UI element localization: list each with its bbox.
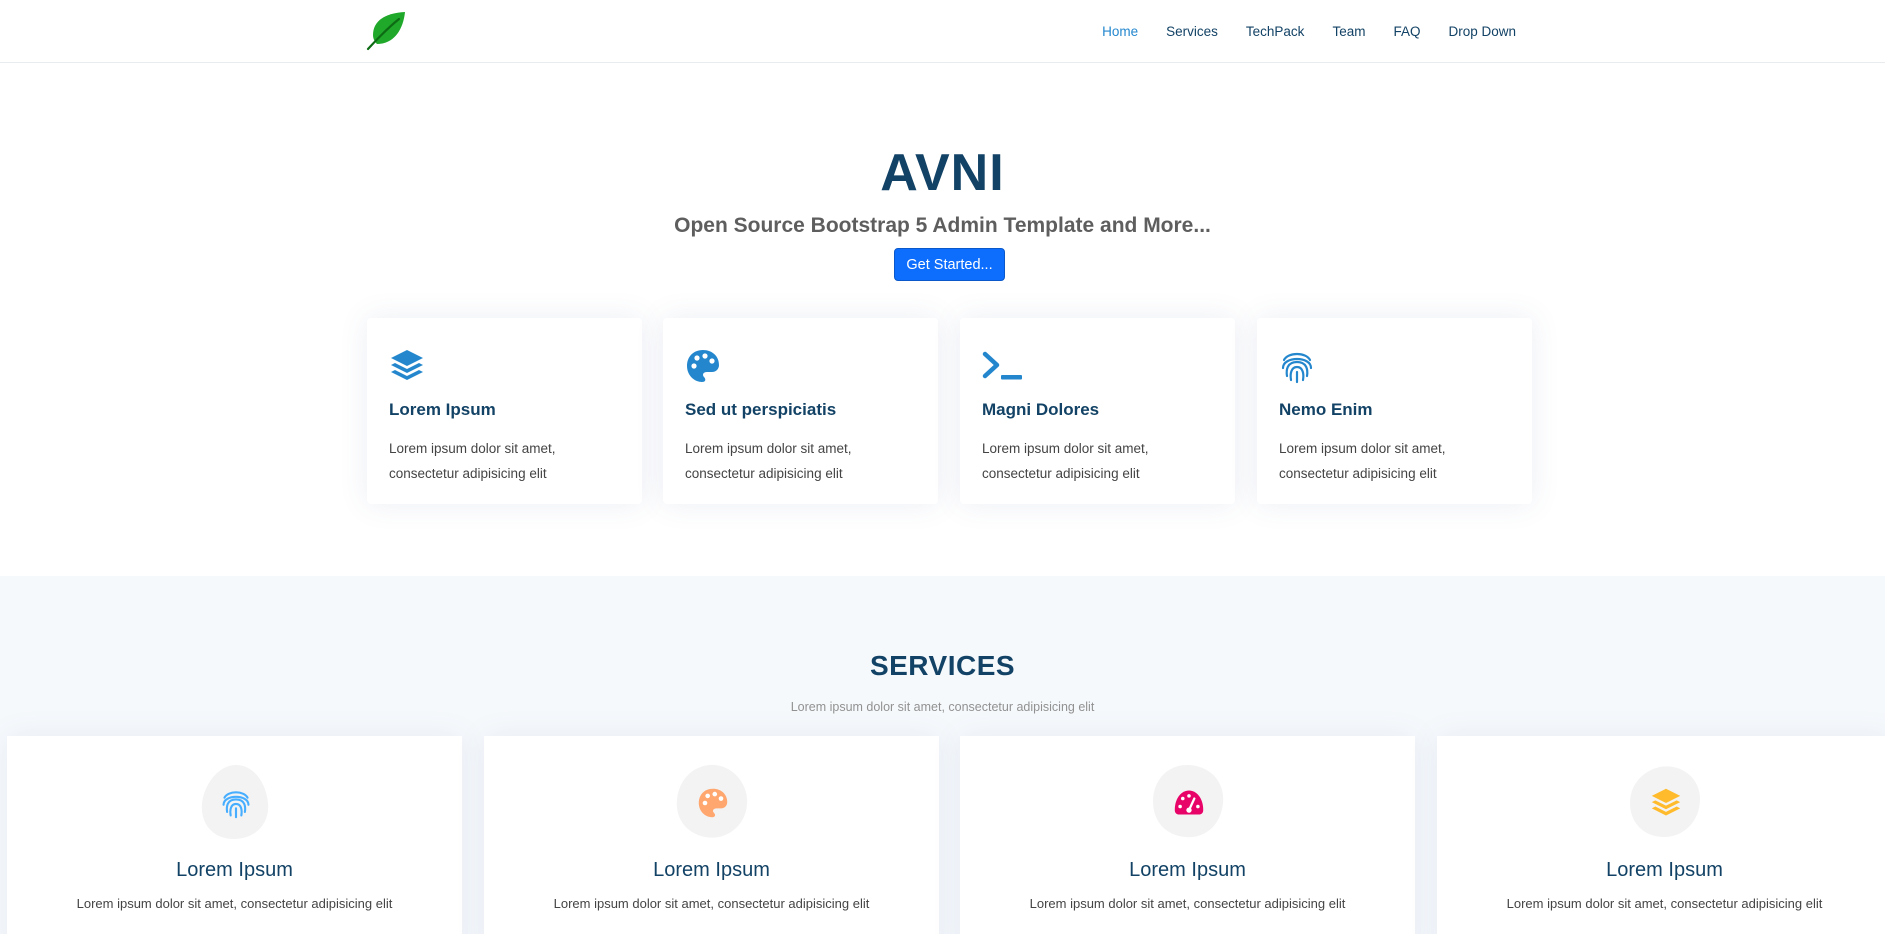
service-card[interactable]: Lorem Ipsum Lorem ipsum dolor sit amet, …: [7, 736, 462, 934]
leaf-icon[interactable]: [365, 11, 407, 51]
icon-box[interactable]: Lorem Ipsum Lorem ipsum dolor sit amet, …: [367, 318, 642, 504]
service-card[interactable]: Lorem Ipsum Lorem ipsum dolor sit amet, …: [960, 736, 1415, 934]
icon-box[interactable]: Nemo Enim Lorem ipsum dolor sit amet, co…: [1257, 318, 1532, 504]
service-card[interactable]: Lorem Ipsum Lorem ipsum dolor sit amet, …: [1437, 736, 1885, 934]
palette-icon: [687, 350, 719, 382]
service-card-text: Lorem ipsum dolor sit amet, consectetur …: [76, 896, 393, 911]
service-card-title: Lorem Ipsum: [176, 859, 293, 881]
icon-box-title: Sed ut perspiciatis: [685, 400, 837, 419]
services-subtitle: Lorem ipsum dolor sit amet, consectetur …: [790, 700, 1095, 714]
icon-box[interactable]: Magni Dolores Lorem ipsum dolor sit amet…: [960, 318, 1235, 504]
terminal-icon: [982, 351, 1022, 380]
icon-box-text: Lorem ipsum dolor sit amet, consectetur …: [389, 441, 556, 481]
nav-drop-down[interactable]: Drop Down: [1436, 24, 1528, 39]
icon-box-title: Nemo Enim: [1279, 400, 1373, 419]
site-header: Home Services TechPack Team FAQ Drop Dow…: [0, 0, 1885, 63]
service-card-text: Lorem ipsum dolor sit amet, consectetur …: [1506, 896, 1823, 911]
icon-box-text: Lorem ipsum dolor sit amet, consectetur …: [685, 441, 852, 481]
service-card-title: Lorem Ipsum: [1129, 859, 1246, 881]
palette-icon: [698, 788, 727, 818]
hero-subtitle: Open Source Bootstrap 5 Admin Template a…: [674, 214, 1211, 237]
icon-blob: [196, 763, 274, 841]
get-started-button[interactable]: Get Started...: [894, 248, 1005, 281]
hero-title: AVNI: [880, 144, 1005, 202]
layers-icon: [1651, 788, 1680, 816]
services-title: SERVICES: [869, 650, 1016, 681]
nav-team[interactable]: Team: [1320, 24, 1377, 39]
nav-faq[interactable]: FAQ: [1381, 24, 1432, 39]
nav-techpack[interactable]: TechPack: [1234, 24, 1317, 39]
icon-blob: [1149, 763, 1227, 841]
icon-box-text: Lorem ipsum dolor sit amet, consectetur …: [1279, 441, 1446, 481]
icon-box-title: Magni Dolores: [982, 400, 1100, 419]
icon-blob: [1626, 763, 1704, 841]
fingerprint-icon: [221, 791, 250, 819]
icon-box[interactable]: Sed ut perspiciatis Lorem ipsum dolor si…: [663, 318, 938, 504]
service-card[interactable]: Lorem Ipsum Lorem ipsum dolor sit amet, …: [484, 736, 939, 934]
service-card-title: Lorem Ipsum: [1606, 859, 1723, 881]
service-card-text: Lorem ipsum dolor sit amet, consectetur …: [1029, 896, 1346, 911]
service-card-text: Lorem ipsum dolor sit amet, consectetur …: [553, 896, 870, 911]
layers-icon: [391, 350, 423, 380]
nav-services[interactable]: Services: [1154, 24, 1230, 39]
main-nav: Home Services TechPack Team FAQ Drop Dow…: [1086, 0, 1528, 62]
icon-box-text: Lorem ipsum dolor sit amet, consectetur …: [982, 441, 1149, 481]
service-card-title: Lorem Ipsum: [653, 859, 770, 881]
icon-blob: [673, 763, 751, 841]
fingerprint-icon: [1281, 352, 1313, 384]
speedometer-icon: [1174, 790, 1203, 815]
icon-box-title: Lorem Ipsum: [389, 400, 496, 419]
nav-home[interactable]: Home: [1090, 24, 1150, 39]
